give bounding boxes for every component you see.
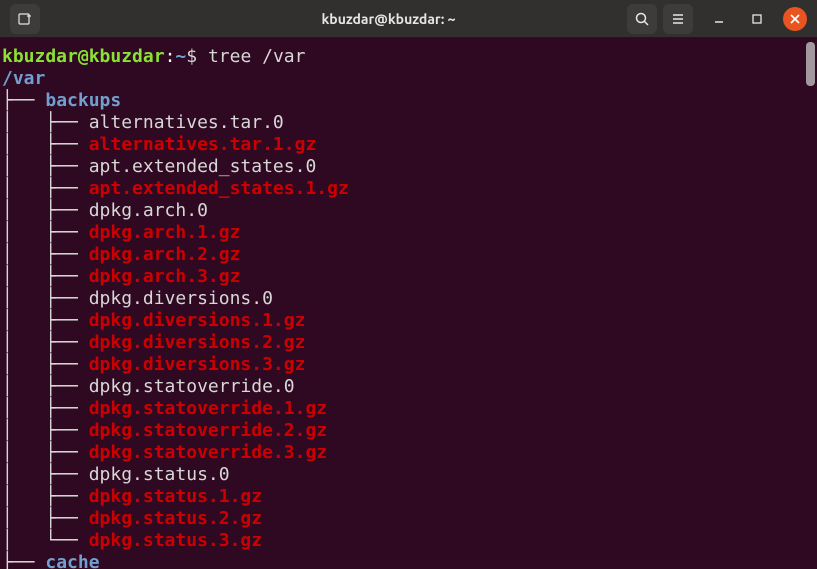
search-icon	[634, 11, 650, 27]
file-name-archive: dpkg.diversions.2.gz	[89, 332, 306, 353]
prompt-cwd: ~	[175, 46, 186, 67]
minimize-icon	[713, 13, 725, 25]
tree-file: │ ├── dpkg.status.2.gz	[2, 508, 817, 530]
tree-branch-icon: │ └──	[2, 530, 89, 551]
maximize-icon	[751, 13, 763, 25]
tree-root: /var	[2, 68, 817, 90]
tree-dir: ├── cache	[2, 552, 817, 569]
tree-branch-icon: │ ├──	[2, 134, 89, 155]
tree-file: │ ├── dpkg.arch.0	[2, 200, 817, 222]
tree-file: │ ├── alternatives.tar.1.gz	[2, 134, 817, 156]
tree-file: │ ├── dpkg.arch.3.gz	[2, 266, 817, 288]
tree-branch-icon: │ ├──	[2, 266, 89, 287]
tree-branch-icon: ├──	[2, 90, 45, 111]
file-name-archive: dpkg.arch.3.gz	[89, 266, 241, 287]
file-name-archive: apt.extended_states.1.gz	[89, 178, 349, 199]
tree-branch-icon: │ ├──	[2, 112, 89, 133]
file-name-archive: alternatives.tar.1.gz	[89, 134, 317, 155]
tree-branch-icon: │ ├──	[2, 464, 89, 485]
tree-branch-icon: │ ├──	[2, 508, 89, 529]
file-name: alternatives.tar.0	[89, 112, 284, 133]
tree-file: │ ├── dpkg.status.0	[2, 464, 817, 486]
tree-branch-icon: │ ├──	[2, 178, 89, 199]
tree-branch-icon: │ ├──	[2, 244, 89, 265]
tree-branch-icon: │ ├──	[2, 310, 89, 331]
tree-file: │ ├── apt.extended_states.0	[2, 156, 817, 178]
tree-file: │ ├── dpkg.diversions.2.gz	[2, 332, 817, 354]
prompt-sep: :	[165, 46, 176, 67]
tree-file: │ ├── dpkg.diversions.3.gz	[2, 354, 817, 376]
dir-name: cache	[45, 552, 99, 569]
file-name-archive: dpkg.statoverride.1.gz	[89, 398, 327, 419]
tree-file: │ ├── alternatives.tar.0	[2, 112, 817, 134]
terminal-viewport[interactable]: kbuzdar@kbuzdar:~$ tree /var /var ├── ba…	[0, 38, 817, 569]
tree-file: │ ├── dpkg.statoverride.3.gz	[2, 442, 817, 464]
tree-branch-icon: │ ├──	[2, 420, 89, 441]
tree-file: │ ├── dpkg.diversions.1.gz	[2, 310, 817, 332]
file-name: dpkg.diversions.0	[89, 288, 273, 309]
hamburger-menu-button[interactable]	[663, 4, 693, 34]
scrollbar-thumb[interactable]	[806, 42, 815, 86]
file-name: dpkg.status.0	[89, 464, 230, 485]
tree-file: │ └── dpkg.status.3.gz	[2, 530, 817, 552]
file-name: dpkg.arch.0	[89, 200, 208, 221]
file-name-archive: dpkg.diversions.1.gz	[89, 310, 306, 331]
prompt-sigil: $	[186, 46, 208, 67]
file-name: apt.extended_states.0	[89, 156, 317, 177]
tree-branch-icon: │ ├──	[2, 442, 89, 463]
file-name-archive: dpkg.arch.1.gz	[89, 222, 241, 243]
tree-branch-icon: │ ├──	[2, 398, 89, 419]
tree-file: │ ├── dpkg.arch.1.gz	[2, 222, 817, 244]
prompt-line: kbuzdar@kbuzdar:~$ tree /var	[2, 46, 817, 68]
dir-name: backups	[45, 90, 121, 111]
prompt-userhost: kbuzdar@kbuzdar	[2, 46, 165, 67]
close-icon	[789, 13, 801, 25]
file-name: dpkg.statoverride.0	[89, 376, 295, 397]
close-button[interactable]	[783, 7, 807, 31]
tree-body: ├── backups│ ├── alternatives.tar.0│ ├──…	[2, 90, 817, 569]
file-name-archive: dpkg.arch.2.gz	[89, 244, 241, 265]
tree-branch-icon: │ ├──	[2, 376, 89, 397]
maximize-button[interactable]	[745, 7, 769, 31]
file-name-archive: dpkg.diversions.3.gz	[89, 354, 306, 375]
file-name-archive: dpkg.statoverride.2.gz	[89, 420, 327, 441]
file-name-archive: dpkg.status.3.gz	[89, 530, 262, 551]
file-name-archive: dpkg.status.1.gz	[89, 486, 262, 507]
hamburger-icon	[670, 11, 686, 27]
tree-file: │ ├── dpkg.diversions.0	[2, 288, 817, 310]
window-titlebar: kbuzdar@kbuzdar: ~	[0, 0, 817, 38]
tree-file: │ ├── dpkg.status.1.gz	[2, 486, 817, 508]
file-name-archive: dpkg.statoverride.3.gz	[89, 442, 327, 463]
tree-branch-icon: │ ├──	[2, 222, 89, 243]
search-button[interactable]	[627, 4, 657, 34]
tree-file: │ ├── dpkg.arch.2.gz	[2, 244, 817, 266]
scrollbar[interactable]	[806, 42, 815, 562]
tree-file: │ ├── dpkg.statoverride.2.gz	[2, 420, 817, 442]
tree-branch-icon: │ ├──	[2, 156, 89, 177]
tree-branch-icon: │ ├──	[2, 200, 89, 221]
tree-file: │ ├── dpkg.statoverride.1.gz	[2, 398, 817, 420]
file-name-archive: dpkg.status.2.gz	[89, 508, 262, 529]
tree-branch-icon: │ ├──	[2, 486, 89, 507]
tree-branch-icon: │ ├──	[2, 354, 89, 375]
tree-dir: ├── backups	[2, 90, 817, 112]
command-text: tree /var	[208, 46, 306, 67]
new-tab-button[interactable]	[10, 4, 40, 34]
tree-root-label: /var	[2, 68, 45, 89]
window-title: kbuzdar@kbuzdar: ~	[190, 8, 587, 30]
tree-branch-icon: │ ├──	[2, 288, 89, 309]
new-tab-icon	[17, 11, 33, 27]
tree-branch-icon: │ ├──	[2, 332, 89, 353]
tree-file: │ ├── dpkg.statoverride.0	[2, 376, 817, 398]
minimize-button[interactable]	[707, 7, 731, 31]
tree-branch-icon: ├──	[2, 552, 45, 569]
tree-file: │ ├── apt.extended_states.1.gz	[2, 178, 817, 200]
